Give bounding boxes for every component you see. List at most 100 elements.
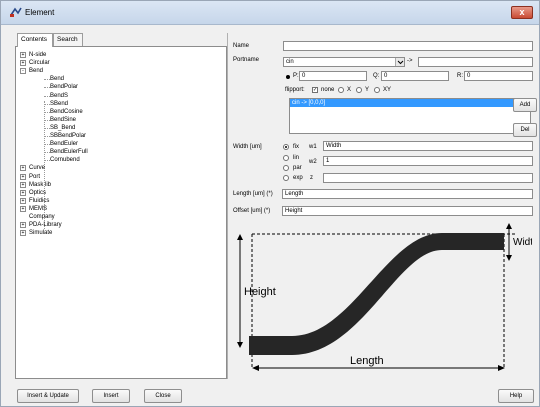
- name-input[interactable]: [283, 41, 533, 51]
- expand-icon[interactable]: +: [20, 197, 26, 204]
- arrow-label: ->: [407, 58, 413, 64]
- z-label: z: [310, 175, 313, 181]
- element-dialog: Element x Contents Search + N-side + Circul…: [0, 0, 540, 407]
- tree-item-label: Circular: [29, 60, 50, 67]
- tree-connector: [44, 79, 50, 81]
- tree-connector: [44, 160, 50, 162]
- bend-shape: [249, 233, 504, 355]
- w1-label: w1: [309, 144, 317, 150]
- tree-item-label: BendSine: [50, 116, 77, 123]
- tree-item-label: Simulate: [29, 230, 53, 237]
- height-label: Height: [244, 286, 276, 298]
- flip-y-label: Y: [365, 87, 370, 93]
- tree-connector: [44, 103, 50, 105]
- tree-connector: [44, 127, 50, 129]
- q-label: Q:: [373, 73, 380, 79]
- tree-connector: [44, 152, 50, 154]
- expand-icon[interactable]: +: [20, 173, 26, 180]
- tree-item-label: Port: [29, 173, 41, 180]
- collapse-icon[interactable]: -: [20, 68, 26, 75]
- tab-contents[interactable]: Contents: [17, 33, 53, 47]
- height-arrow-bottom-icon: [237, 342, 243, 348]
- width-lin-label: lin: [293, 155, 300, 161]
- length-input[interactable]: Length: [282, 189, 533, 199]
- tree-item-label: BendEuler: [50, 141, 79, 148]
- port-list[interactable]: cin -> [0,0,0]: [289, 98, 531, 134]
- expand-icon[interactable]: +: [20, 205, 26, 212]
- chevron-down-icon[interactable]: [395, 58, 404, 66]
- width-label: Width: [513, 237, 532, 248]
- tree-item-label: N-side: [29, 52, 47, 58]
- portname-value: cin: [286, 59, 294, 65]
- app-icon: [10, 7, 22, 17]
- library-panel: Contents Search + N-side + Circular - Bend Ben…: [15, 33, 227, 379]
- tree-connector: [44, 144, 50, 146]
- w2-input[interactable]: 1: [323, 156, 533, 166]
- r-label: R:: [457, 73, 463, 79]
- tree-item-label: Bend: [29, 68, 44, 75]
- element-tree[interactable]: + N-side + Circular - Bend Bend BendPolar BendS S…: [15, 46, 227, 379]
- expand-icon[interactable]: +: [20, 165, 26, 172]
- r-input[interactable]: 0: [464, 71, 533, 81]
- width-par-label: par: [293, 165, 302, 171]
- expand-icon[interactable]: +: [20, 189, 26, 196]
- tree-connector: [44, 119, 50, 121]
- close-button[interactable]: Close: [144, 389, 182, 403]
- portname-select[interactable]: cin: [283, 57, 405, 67]
- add-button[interactable]: Add: [513, 98, 537, 112]
- insert-update-button[interactable]: Insert & Update: [17, 389, 79, 403]
- width-par-radio[interactable]: [283, 165, 289, 171]
- tree-item-label: Bend: [50, 76, 65, 83]
- list-item[interactable]: cin -> [0,0,0]: [290, 99, 530, 107]
- z-input[interactable]: [323, 173, 533, 183]
- flipport-label: flipport:: [285, 87, 305, 93]
- tree-item-label: SB_Bend: [50, 124, 76, 131]
- splitter[interactable]: [227, 33, 230, 379]
- window-title: Element: [25, 8, 55, 17]
- tab-search[interactable]: Search: [53, 33, 83, 46]
- close-window-button[interactable]: x: [511, 6, 533, 19]
- tree-item-label: BendCosine: [50, 108, 83, 115]
- tree-item-label: PDA-Library: [29, 222, 62, 229]
- flip-x-radio[interactable]: [338, 87, 344, 93]
- expand-icon[interactable]: +: [20, 230, 26, 237]
- width-lin-radio[interactable]: [283, 155, 289, 161]
- p-input[interactable]: 0: [299, 71, 367, 81]
- tree-item-label: Mask lib: [29, 181, 52, 188]
- height-arrow-top-icon: [237, 234, 243, 240]
- w2-label: w2: [309, 159, 317, 165]
- offset-label: Offset [um] (*): [233, 208, 271, 214]
- tree-item-label: Optics: [29, 189, 47, 196]
- w1-input[interactable]: Width: [323, 141, 533, 151]
- expand-icon[interactable]: +: [20, 52, 26, 58]
- tree-item-label: Curve: [29, 165, 46, 172]
- length-arrow-left-icon: [252, 365, 259, 371]
- width-arrow-top-icon: [506, 223, 512, 229]
- width-arrow-bottom-icon: [506, 255, 512, 261]
- expand-icon[interactable]: +: [20, 222, 26, 229]
- p-radio-dot[interactable]: [286, 75, 290, 79]
- tree-connector: [44, 111, 50, 113]
- flip-none-label: none: [321, 87, 335, 93]
- flip-x-label: X: [347, 87, 352, 93]
- help-button[interactable]: Help: [498, 389, 534, 403]
- insert-button[interactable]: Insert: [92, 389, 130, 403]
- width-label: Width [um]: [233, 144, 262, 150]
- q-input[interactable]: 0: [381, 71, 449, 81]
- flip-y-radio[interactable]: [356, 87, 362, 93]
- del-button[interactable]: Del: [513, 123, 537, 137]
- width-exp-radio[interactable]: [283, 175, 289, 181]
- tree-item-label: SBBendPolar: [50, 133, 87, 139]
- flipport-none-checkbox[interactable]: ✓: [312, 87, 318, 93]
- tree-item-label: Fluidics: [29, 197, 50, 204]
- tree-connector: [44, 87, 50, 89]
- portname-target-input[interactable]: [418, 57, 533, 67]
- name-label: Name: [233, 43, 250, 49]
- flip-xy-label: XY: [383, 87, 392, 93]
- flip-xy-radio[interactable]: [374, 87, 380, 93]
- expand-icon[interactable]: +: [20, 60, 26, 67]
- offset-input[interactable]: Height: [282, 206, 533, 216]
- width-fix-radio[interactable]: [283, 144, 289, 150]
- length-label: Length: [350, 355, 384, 367]
- expand-icon[interactable]: +: [20, 181, 26, 188]
